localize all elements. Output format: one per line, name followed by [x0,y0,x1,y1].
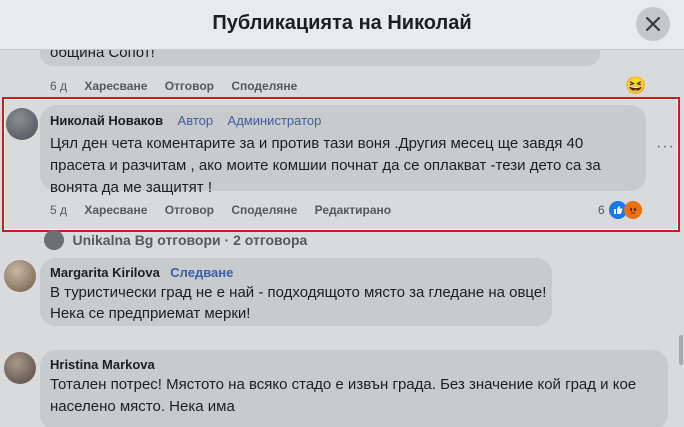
reply-action[interactable]: Отговор [165,79,214,93]
comment-author[interactable]: Margarita Kirilova [50,265,160,280]
comment-author[interactable]: Hristina Markova [50,357,155,372]
comment-text-line-2: Нека се предприемат мерки! [50,305,251,322]
comment-text-line-1: В туристически град не е най - подходящо… [50,284,547,301]
close-icon [646,17,660,31]
scrollbar[interactable] [678,50,684,427]
dialog-title: Публикацията на Николай [212,12,472,34]
prev-comment-text: община Сопот! [50,50,155,61]
comment-bubble: Hristina Markova Тотален потрес! Мястото… [40,350,668,427]
share-action[interactable]: Споделяне [231,79,297,93]
avatar[interactable] [4,260,36,292]
comment-bubble: Margarita Kirilova Следване В туристичес… [40,258,552,326]
replies-summary-text: Unikalna Bg отговори · 2 отговора [72,232,308,248]
dialog-header: Публикацията на Николай [0,0,684,50]
prev-comment-actions: 6 д Харесване Отговор Споделяне [50,79,311,93]
prev-comment-time[interactable]: 6 д [50,79,67,93]
close-button[interactable] [636,7,670,41]
post-dialog: Публикацията на Николай община Сопот! 6 … [0,0,684,427]
follow-link[interactable]: Следване [170,265,233,280]
comments-scroll-area[interactable]: община Сопот! 6 д Харесване Отговор Спод… [0,50,684,427]
avatar[interactable] [4,352,36,384]
haha-reaction-icon[interactable]: 😆 [625,76,646,96]
like-action[interactable]: Харесване [84,79,147,93]
selection-highlight [2,97,680,232]
prev-comment-bubble: община Сопот! [40,50,600,66]
avatar [44,230,64,250]
replies-summary[interactable]: Unikalna Bg отговори · 2 отговора [44,230,307,250]
comment-text: Тотален потрес! Мястото на всяко стадо е… [50,376,637,415]
